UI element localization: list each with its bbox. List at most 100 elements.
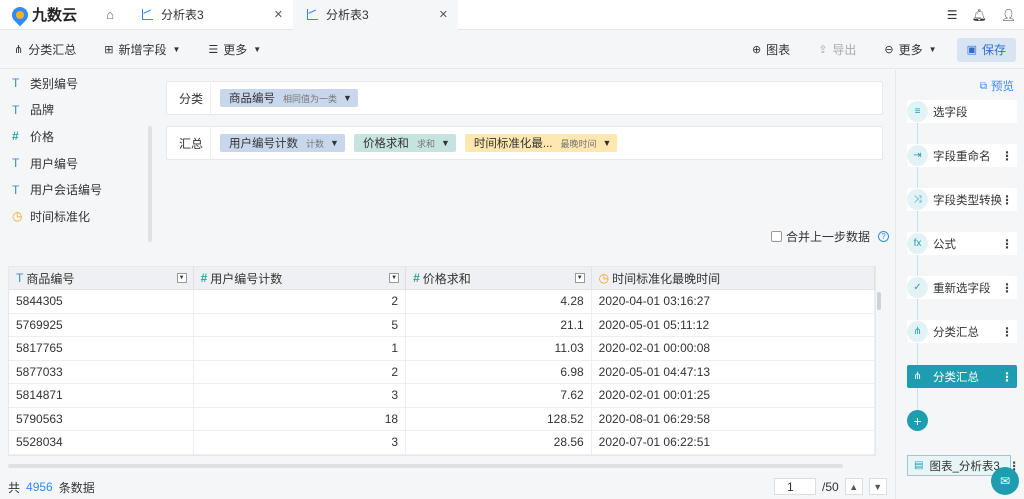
step-label: 分类汇总 — [933, 326, 979, 339]
field-list-scrollbar[interactable] — [148, 126, 152, 242]
list-icon[interactable]: ☰ — [947, 8, 958, 22]
clock-icon: ◷ — [12, 209, 23, 224]
chevron-up-icon[interactable]: ▲ — [844, 478, 863, 495]
steps-panel: ⧉ 预览 ≡ 选字段 ⇥ 字段重命名 ⋮ ⤨ 字段类型转换 ⋮ fx 公式 ⋮ ✓ 重新选字段 ⋮ ⋔ 分类汇… — [895, 70, 1024, 499]
more-menu-left[interactable]: ☰ 更多 ▼ — [194, 31, 275, 69]
app-logo[interactable]: 九数云 — [0, 3, 92, 26]
more-vertical-icon[interactable]: ⋮ — [1001, 149, 1013, 163]
step-item[interactable]: ⤨ 字段类型转换 ⋮ — [907, 188, 1017, 211]
more-menu-right[interactable]: ⊖ 更多 ▼ — [870, 31, 950, 69]
table-cell: 21.1 — [406, 313, 592, 336]
step-icon: ✓ — [907, 277, 928, 298]
chevron-down-icon[interactable]: ▼ — [868, 478, 887, 495]
list-icon: ☰ — [208, 44, 219, 56]
tab-label: 分析表3 — [326, 8, 369, 22]
toolbar: ⋔ 分类汇总 ⊞ 新增字段 ▼ ☰ 更多 ▼ ⊕ 图表 ⇪ 导出 ⊖ 更多 ▼ … — [0, 31, 1024, 69]
column-header[interactable]: # 用户编号计数 ▼ — [194, 267, 407, 289]
field-label: 时间标准化 — [30, 209, 91, 224]
field-item[interactable]: T 类别编号 — [0, 70, 155, 97]
step-item[interactable]: ⋔ 分类汇总 ⋮ — [907, 320, 1017, 343]
caret-down-icon[interactable]: ▼ — [602, 138, 611, 148]
table-row[interactable]: 5790563 18 128.52 2020-08-01 06:29:58 — [9, 407, 875, 431]
table-row[interactable]: 5769925 5 21.1 2020-05-01 05:11:12 — [9, 313, 875, 337]
field-item[interactable]: T 品牌 — [0, 97, 155, 124]
table-cell: 1 — [194, 337, 407, 360]
field-list: T 类别编号 T 品牌 # 价格 T 用户编号 T 用户会话编号 ◷ 时间标准化 — [0, 70, 155, 248]
chart-label: 图表 — [766, 43, 791, 57]
tab-analysis-1[interactable]: 分析表3 ✕ — [128, 0, 293, 30]
table-row[interactable]: 5814871 3 7.62 2020-02-01 00:01:25 — [9, 384, 875, 408]
summary-chip[interactable]: 时间标准化最... 最晚时间 ▼ — [464, 134, 618, 152]
step-item[interactable]: ⋔ 分类汇总 ⋮ — [907, 365, 1017, 388]
column-label: 价格求和 — [422, 271, 471, 286]
column-menu-icon[interactable]: ▼ — [176, 273, 187, 283]
column-header[interactable]: ◷ 时间标准化最晚时间 — [592, 267, 875, 289]
step-label: 重新选字段 — [933, 282, 991, 295]
tab-analysis-2[interactable]: 分析表3 ✕ — [293, 0, 458, 30]
bell-icon[interactable]: 🔔︎ — [972, 8, 987, 22]
column-header[interactable]: # 价格求和 ▼ — [406, 267, 592, 289]
add-step-button[interactable]: + — [907, 410, 928, 431]
close-icon[interactable]: ✕ — [439, 8, 448, 21]
summary-chip[interactable]: 价格求和 求和 ▼ — [353, 134, 456, 152]
chart-icon: ▤ — [914, 460, 924, 471]
chip-sub: 计数 — [306, 138, 325, 149]
export-button[interactable]: ⇪ 导出 — [804, 31, 870, 69]
preview-link[interactable]: ⧉ 预览 — [980, 78, 1014, 94]
more-vertical-icon[interactable]: ⋮ — [1001, 370, 1013, 384]
chart-button[interactable]: ⊕ 图表 — [738, 31, 804, 69]
group-summary-button[interactable]: ⋔ 分类汇总 — [0, 31, 90, 69]
save-label: 保存 — [981, 43, 1006, 57]
summary-row: 汇总 用户编号计数 计数 ▼ 价格求和 求和 ▼ 时间标准化最... 最晚时间 … — [166, 126, 883, 160]
merge-checkbox[interactable] — [771, 231, 782, 242]
help-icon[interactable]: ? — [878, 231, 890, 242]
more-vertical-icon[interactable]: ⋮ — [1001, 325, 1013, 339]
step-item[interactable]: ≡ 选字段 — [907, 100, 1017, 123]
more-vertical-icon[interactable]: ⋮ — [1001, 237, 1013, 251]
group-by-label: 分类 — [167, 81, 211, 115]
table-header: T 商品编号 ▼ # 用户编号计数 ▼ # 价格求和 ▼ ◷ 时间标准化最晚时间 — [9, 267, 875, 290]
table-row[interactable]: 5877033 2 6.98 2020-05-01 04:47:13 — [9, 360, 875, 384]
table-vertical-scrollbar[interactable] — [877, 292, 881, 310]
field-item[interactable]: # 价格 — [0, 123, 155, 150]
footer-prefix: 共 — [8, 480, 21, 495]
table-cell: 3 — [194, 431, 407, 454]
field-item[interactable]: T 用户编号 — [0, 150, 155, 177]
table-row[interactable]: 5817765 1 11.03 2020-02-01 00:00:08 — [9, 337, 875, 361]
preview-icon: ⧉ — [979, 80, 987, 92]
step-item[interactable]: ⇥ 字段重命名 ⋮ — [907, 144, 1017, 167]
add-column-icon: ⊞ — [104, 44, 114, 56]
field-item[interactable]: T 用户会话编号 — [0, 176, 155, 203]
group-summary-label: 分类汇总 — [28, 43, 77, 57]
export-label: 导出 — [832, 43, 857, 57]
column-menu-icon[interactable]: ▼ — [389, 273, 400, 283]
export-icon: ⇪ — [818, 44, 828, 56]
caret-down-icon[interactable]: ▼ — [343, 93, 352, 103]
table-cell: 5844305 — [9, 290, 194, 313]
table-row[interactable]: 5528034 3 28.56 2020-07-01 06:22:51 — [9, 431, 875, 455]
caret-down-icon[interactable]: ▼ — [441, 138, 450, 148]
summary-chip[interactable]: 用户编号计数 计数 ▼ — [220, 134, 345, 152]
save-button[interactable]: ▣ 保存 — [956, 37, 1016, 62]
user-icon[interactable]: 👤︎ — [1001, 8, 1016, 22]
caret-down-icon: ▼ — [172, 45, 181, 54]
field-item[interactable]: ◷ 时间标准化 — [0, 203, 155, 230]
close-icon[interactable]: ✕ — [274, 8, 283, 21]
step-item[interactable]: ✓ 重新选字段 ⋮ — [907, 276, 1017, 299]
merge-previous-option[interactable]: 合并上一步数据 ? — [771, 228, 890, 245]
footer-suffix: 条数据 — [58, 480, 95, 495]
table-horizontal-scrollbar[interactable] — [8, 464, 843, 468]
home-icon[interactable]: ⌂ — [92, 7, 128, 22]
table-cell: 2020-07-01 06:22:51 — [592, 431, 875, 454]
group-chip[interactable]: 商品编号 相同值为一类 ▼ — [220, 89, 358, 107]
more-vertical-icon[interactable]: ⋮ — [1001, 281, 1013, 295]
chat-support-icon[interactable]: ✉ — [991, 467, 1019, 495]
step-item[interactable]: fx 公式 ⋮ — [907, 232, 1017, 255]
add-field-button[interactable]: ⊞ 新增字段 ▼ — [90, 31, 194, 69]
page-input[interactable]: 1 — [774, 478, 816, 495]
more-vertical-icon[interactable]: ⋮ — [1001, 193, 1013, 207]
table-row[interactable]: 5844305 2 4.28 2020-04-01 03:16:27 — [9, 290, 875, 314]
column-header[interactable]: T 商品编号 ▼ — [9, 267, 194, 289]
caret-down-icon[interactable]: ▼ — [330, 138, 339, 148]
column-menu-icon[interactable]: ▼ — [574, 273, 585, 283]
